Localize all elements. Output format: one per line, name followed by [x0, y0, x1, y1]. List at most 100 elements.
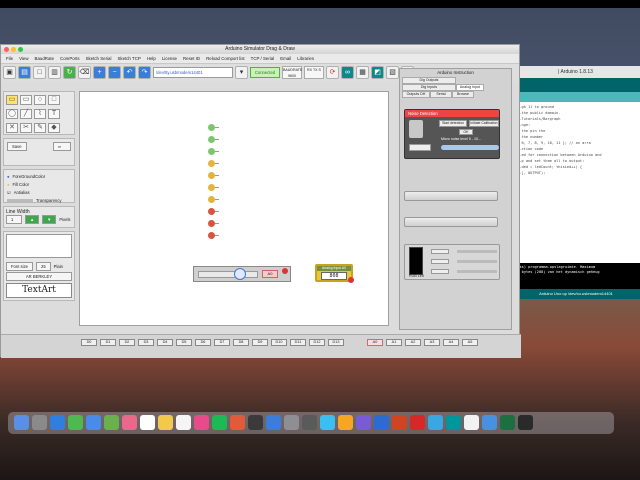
open-folder-icon[interactable]: ▣ — [3, 66, 16, 79]
system-preferences-icon[interactable] — [284, 415, 299, 430]
menu-reset-id[interactable]: Reset ID — [180, 54, 203, 63]
analog-slider-2[interactable] — [404, 217, 498, 227]
drawing-canvas[interactable]: A0 Analog Input A0 808 — [79, 91, 389, 326]
excel-icon[interactable] — [500, 415, 515, 430]
port-dropdown-icon[interactable]: ▾ — [235, 66, 248, 79]
word-icon[interactable] — [374, 415, 389, 430]
rgb-blue-slider[interactable] — [457, 270, 497, 273]
menu-libraries[interactable]: Libraries — [294, 54, 317, 63]
antialias-checkbox[interactable]: ☑ — [7, 190, 11, 195]
acrobat-icon[interactable] — [410, 415, 425, 430]
led-10[interactable] — [208, 232, 215, 239]
pin-d0[interactable]: D0 — [81, 339, 97, 346]
text-tool-icon[interactable]: T — [48, 109, 60, 119]
menu-license[interactable]: License — [159, 54, 180, 63]
connected-badge[interactable]: Connected — [250, 67, 280, 78]
baudrate-display[interactable]: BAUDRATE 9600 — [282, 66, 302, 79]
notes-icon[interactable] — [158, 415, 173, 430]
chip-icon[interactable]: ▦ — [356, 66, 369, 79]
pin-a0[interactable]: A0 — [367, 339, 383, 346]
arduino-logo-icon[interactable]: ∞ — [341, 66, 354, 79]
clear-icon[interactable]: ⌫ — [78, 66, 91, 79]
maps-icon[interactable] — [104, 415, 119, 430]
pin-d12[interactable]: D12 — [309, 339, 325, 346]
powerpoint-icon[interactable] — [392, 415, 407, 430]
delete-tool-icon[interactable]: ✕ — [6, 123, 18, 133]
pin-d7[interactable]: D7 — [214, 339, 230, 346]
launchpad-icon[interactable] — [32, 415, 47, 430]
ok-button[interactable]: OK — [459, 129, 473, 135]
led-5[interactable] — [208, 172, 215, 179]
mail-icon[interactable] — [86, 415, 101, 430]
led-8[interactable] — [208, 208, 215, 215]
line-width-up-icon[interactable]: ▲ — [25, 214, 40, 224]
vscode-icon[interactable] — [320, 415, 335, 430]
teams-icon[interactable] — [428, 415, 443, 430]
photos-icon[interactable] — [122, 415, 137, 430]
slider-knob[interactable] — [234, 268, 246, 280]
tab-dig-outputs[interactable]: Dig Outputs — [402, 77, 456, 84]
pin-d13[interactable]: D13 — [328, 339, 344, 346]
rgb-red-slider[interactable] — [457, 250, 497, 253]
pin-a1[interactable]: A1 — [386, 339, 402, 346]
rgb-blue-select[interactable] — [431, 269, 449, 274]
music-icon[interactable] — [194, 415, 209, 430]
ide-code[interactable]: ...gh 11 to ground ...the public domain. … — [511, 102, 640, 178]
pin-d4[interactable]: D4 — [157, 339, 173, 346]
transparency-slider[interactable] — [7, 198, 33, 202]
safari-icon[interactable] — [50, 415, 65, 430]
image-icon[interactable]: ▧ — [386, 66, 399, 79]
menu-sketch-tcp[interactable]: Sketch TCP — [114, 54, 143, 63]
pin-a5[interactable]: A5 — [462, 339, 478, 346]
line-tool-icon[interactable]: ╱ — [20, 109, 32, 119]
zoom-out-icon[interactable]: − — [108, 66, 121, 79]
line-width-input[interactable]: 1 — [6, 214, 22, 224]
app-store-icon[interactable] — [266, 415, 281, 430]
graph-icon[interactable]: ◩ — [371, 66, 384, 79]
menu-email[interactable]: Email — [277, 54, 294, 63]
preview-icon[interactable] — [464, 415, 479, 430]
circle-tool-icon[interactable]: ◯ — [6, 109, 18, 119]
downloads-icon[interactable] — [482, 415, 497, 430]
square-tool-icon[interactable]: □ — [48, 95, 60, 105]
analog-slider-1[interactable] — [404, 191, 498, 201]
port-select[interactable]: /dev/tty.usbmodem14401 — [153, 67, 233, 78]
trash-icon[interactable] — [518, 415, 533, 430]
pin-d9[interactable]: D9 — [252, 339, 268, 346]
led-6[interactable] — [208, 184, 215, 191]
menu-view[interactable]: View — [16, 54, 31, 63]
pin-d2[interactable]: D2 — [119, 339, 135, 346]
spotify-icon[interactable] — [212, 415, 227, 430]
led-3[interactable] — [208, 148, 215, 155]
line-width-down-icon[interactable]: ▼ — [42, 214, 57, 224]
menu-tcp-serial[interactable]: TCP / Serial — [248, 54, 278, 63]
rgb-green-select[interactable] — [431, 259, 449, 264]
analog-input-display[interactable]: Analog Input A0 808 — [315, 264, 354, 283]
tab-outputs-dh[interactable]: Outputs DH — [402, 91, 430, 98]
rgb-red-select[interactable] — [431, 249, 449, 254]
led-4[interactable] — [208, 160, 215, 167]
pin-a3[interactable]: A3 — [424, 339, 440, 346]
finder-icon[interactable] — [14, 415, 29, 430]
save-button[interactable]: Save — [7, 142, 27, 151]
ide-tab[interactable] — [511, 92, 640, 102]
terminal-icon[interactable] — [302, 415, 317, 430]
analog-close-icon[interactable] — [348, 277, 354, 283]
led-1[interactable] — [208, 124, 215, 131]
arduino-icon[interactable] — [446, 415, 461, 430]
slider-pin-select[interactable]: A0 — [262, 270, 278, 278]
undo-icon[interactable]: ↶ — [123, 66, 136, 79]
led-7[interactable] — [208, 196, 215, 203]
foreground-color-icon[interactable]: ● — [7, 174, 10, 179]
tab-dig-inputs[interactable]: Dig Inputs — [402, 84, 456, 91]
messages-icon[interactable] — [68, 415, 83, 430]
tv-icon[interactable] — [248, 415, 263, 430]
tab-serial[interactable]: Serial — [430, 91, 452, 98]
github-icon[interactable] — [356, 415, 371, 430]
redo-icon[interactable]: ↷ — [138, 66, 151, 79]
eyedropper-tool-icon[interactable]: ✎ — [34, 123, 46, 133]
menu-comports[interactable]: ComPorts — [57, 54, 83, 63]
menu-sketch-serial[interactable]: Sketch Serial — [83, 54, 115, 63]
reminders-icon[interactable] — [176, 415, 191, 430]
pin-d1[interactable]: D1 — [100, 339, 116, 346]
